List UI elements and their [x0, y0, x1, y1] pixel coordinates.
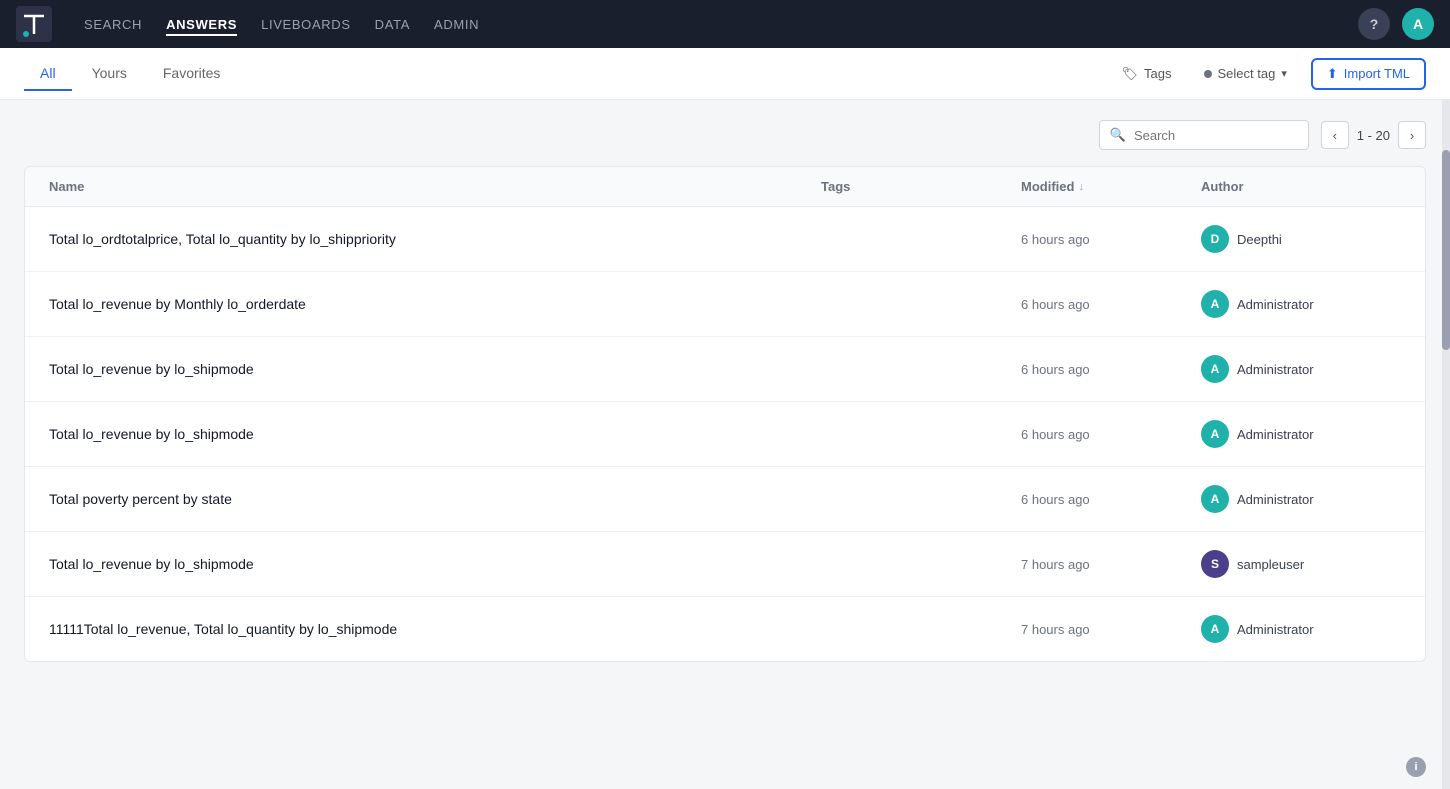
nav-search[interactable]: SEARCH — [84, 13, 142, 36]
author-name-6: Administrator — [1237, 622, 1314, 637]
sort-icon: ↓ — [1078, 181, 1084, 193]
author-avatar-3: A — [1201, 420, 1229, 448]
search-input[interactable] — [1134, 128, 1298, 143]
row-modified-5: 7 hours ago — [1021, 557, 1201, 572]
author-avatar-1: A — [1201, 290, 1229, 318]
import-tml-button[interactable]: ⬆ Import TML — [1311, 58, 1426, 90]
tags-button[interactable]: 🏷 Tags — [1114, 62, 1180, 86]
select-tag-button[interactable]: Select tag ▾ — [1196, 62, 1295, 85]
author-name-3: Administrator — [1237, 427, 1314, 442]
topnav-icons: ? A — [1358, 8, 1434, 40]
row-name-2[interactable]: Total lo_revenue by lo_shipmode — [49, 361, 821, 377]
row-modified-0: 6 hours ago — [1021, 232, 1201, 247]
import-icon: ⬆ — [1327, 66, 1338, 82]
table-row: Total lo_ordtotalprice, Total lo_quantit… — [25, 207, 1425, 272]
row-author-0: D Deepthi — [1201, 225, 1401, 253]
row-author-2: A Administrator — [1201, 355, 1401, 383]
help-button[interactable]: ? — [1358, 8, 1390, 40]
row-author-4: A Administrator — [1201, 485, 1401, 513]
column-header-modified[interactable]: Modified ↓ — [1021, 179, 1201, 194]
subheader: All Yours Favorites 🏷 Tags Select tag ▾ … — [0, 48, 1450, 100]
author-name-1: Administrator — [1237, 297, 1314, 312]
content-area: 🔍 ‹ 1 - 20 › Name Tags Modified ↓ Author — [0, 100, 1450, 682]
row-author-6: A Administrator — [1201, 615, 1401, 643]
import-tml-label: Import TML — [1344, 66, 1410, 81]
row-modified-4: 6 hours ago — [1021, 492, 1201, 507]
list-controls: 🔍 ‹ 1 - 20 › — [24, 120, 1426, 150]
nav-answers[interactable]: ANSWERS — [166, 13, 237, 36]
author-name-2: Administrator — [1237, 362, 1314, 377]
pagination: ‹ 1 - 20 › — [1321, 121, 1426, 149]
row-author-3: A Administrator — [1201, 420, 1401, 448]
author-name-5: sampleuser — [1237, 557, 1304, 572]
app-logo[interactable] — [16, 6, 52, 42]
select-tag-label: Select tag — [1218, 66, 1276, 81]
author-avatar-2: A — [1201, 355, 1229, 383]
user-avatar[interactable]: A — [1402, 8, 1434, 40]
row-name-4[interactable]: Total poverty percent by state — [49, 491, 821, 507]
scrollbar[interactable] — [1442, 100, 1450, 789]
scrollbar-thumb[interactable] — [1442, 150, 1450, 350]
table-body: Total lo_ordtotalprice, Total lo_quantit… — [25, 207, 1425, 661]
table-header: Name Tags Modified ↓ Author — [25, 167, 1425, 207]
next-page-button[interactable]: › — [1398, 121, 1426, 149]
row-modified-3: 6 hours ago — [1021, 427, 1201, 442]
author-avatar-4: A — [1201, 485, 1229, 513]
row-modified-1: 6 hours ago — [1021, 297, 1201, 312]
row-author-1: A Administrator — [1201, 290, 1401, 318]
table-row: Total lo_revenue by lo_shipmode 7 hours … — [25, 532, 1425, 597]
author-avatar-0: D — [1201, 225, 1229, 253]
prev-page-button[interactable]: ‹ — [1321, 121, 1349, 149]
table-row: Total lo_revenue by Monthly lo_orderdate… — [25, 272, 1425, 337]
tab-all[interactable]: All — [24, 57, 72, 91]
search-box[interactable]: 🔍 — [1099, 120, 1309, 150]
page-info: 1 - 20 — [1357, 128, 1390, 143]
tab-favorites[interactable]: Favorites — [147, 57, 237, 91]
column-header-author: Author — [1201, 179, 1401, 194]
row-name-0[interactable]: Total lo_ordtotalprice, Total lo_quantit… — [49, 231, 821, 247]
table-row: Total lo_revenue by lo_shipmode 6 hours … — [25, 402, 1425, 467]
nav-liveboards[interactable]: LIVEBOARDS — [261, 13, 351, 36]
select-tag-dot — [1204, 70, 1212, 78]
author-avatar-5: S — [1201, 550, 1229, 578]
row-author-5: S sampleuser — [1201, 550, 1401, 578]
subheader-actions: 🏷 Tags Select tag ▾ ⬆ Import TML — [1114, 58, 1426, 90]
author-name-0: Deepthi — [1237, 232, 1282, 247]
row-name-6[interactable]: 11111Total lo_revenue, Total lo_quantity… — [49, 621, 821, 637]
row-modified-2: 6 hours ago — [1021, 362, 1201, 377]
table-row: Total lo_revenue by lo_shipmode 6 hours … — [25, 337, 1425, 402]
row-modified-6: 7 hours ago — [1021, 622, 1201, 637]
row-name-3[interactable]: Total lo_revenue by lo_shipmode — [49, 426, 821, 442]
tab-yours[interactable]: Yours — [76, 57, 143, 91]
column-header-tags: Tags — [821, 179, 1021, 194]
chevron-down-icon: ▾ — [1281, 67, 1287, 80]
answers-table: Name Tags Modified ↓ Author Total lo_ord… — [24, 166, 1426, 662]
row-name-1[interactable]: Total lo_revenue by Monthly lo_orderdate — [49, 296, 821, 312]
top-navigation: SEARCH ANSWERS LIVEBOARDS DATA ADMIN ? A — [0, 0, 1450, 48]
row-name-5[interactable]: Total lo_revenue by lo_shipmode — [49, 556, 821, 572]
column-header-name: Name — [49, 179, 821, 194]
table-row: 11111Total lo_revenue, Total lo_quantity… — [25, 597, 1425, 661]
tag-icon: 🏷 — [1122, 66, 1139, 82]
nav-admin[interactable]: ADMIN — [434, 13, 479, 36]
author-avatar-6: A — [1201, 615, 1229, 643]
tags-label: Tags — [1144, 66, 1171, 81]
tab-group: All Yours Favorites — [24, 57, 1114, 90]
table-row: Total poverty percent by state 6 hours a… — [25, 467, 1425, 532]
info-badge[interactable]: i — [1406, 757, 1426, 777]
search-icon: 🔍 — [1110, 127, 1126, 143]
author-name-4: Administrator — [1237, 492, 1314, 507]
nav-data[interactable]: DATA — [375, 13, 410, 36]
